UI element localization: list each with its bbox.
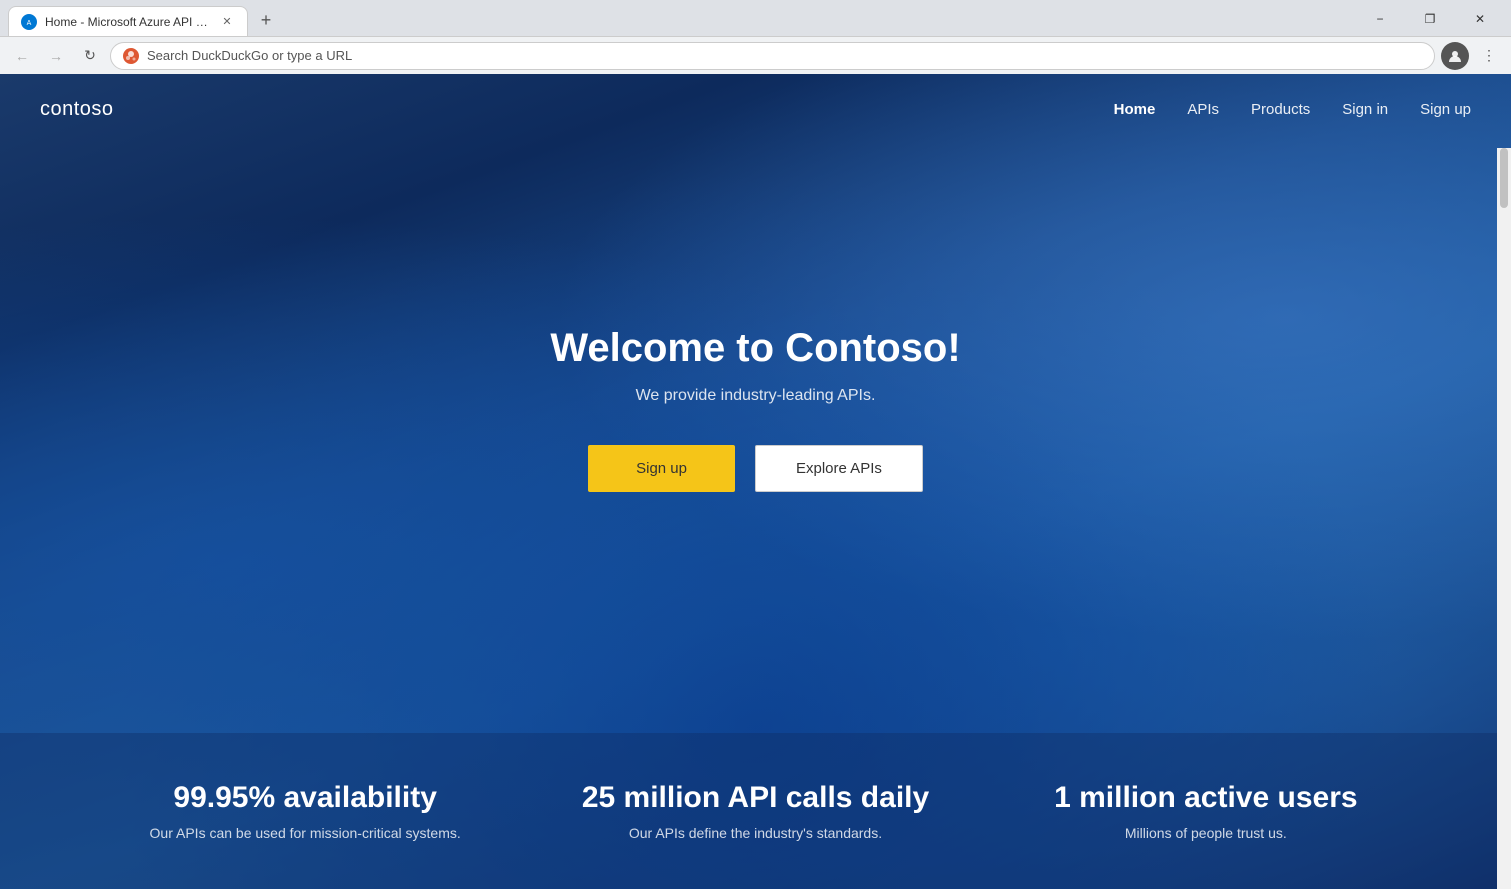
back-button[interactable]: ← bbox=[8, 42, 36, 70]
hero-content: Welcome to Contoso! We provide industry-… bbox=[0, 85, 1511, 733]
stat-api-calls-desc: Our APIs define the industry's standards… bbox=[530, 825, 980, 841]
nav-home[interactable]: Home bbox=[1114, 101, 1156, 118]
tab-favicon: A bbox=[21, 14, 37, 30]
website-content: contoso Home APIs Products Sign in Sign … bbox=[0, 74, 1511, 889]
tab-close-button[interactable]: ✕ bbox=[219, 14, 235, 30]
browser-menu-button[interactable]: ⋮ bbox=[1475, 42, 1503, 70]
nav-signup[interactable]: Sign up bbox=[1420, 101, 1471, 118]
forward-button[interactable]: → bbox=[42, 42, 70, 70]
stat-api-calls-value: 25 million API calls daily bbox=[530, 781, 980, 815]
address-text: Search DuckDuckGo or type a URL bbox=[147, 48, 1422, 63]
stat-active-users: 1 million active users Millions of peopl… bbox=[981, 781, 1431, 841]
tab-bar: A Home - Microsoft Azure API Mar... ✕ + … bbox=[0, 0, 1511, 36]
hero-buttons: Sign up Explore APIs bbox=[588, 445, 923, 492]
scrollbar-track[interactable] bbox=[1497, 148, 1511, 889]
hero-title: Welcome to Contoso! bbox=[550, 326, 960, 371]
nav-apis[interactable]: APIs bbox=[1187, 101, 1219, 118]
hero-section: contoso Home APIs Products Sign in Sign … bbox=[0, 74, 1511, 889]
minimize-button[interactable]: − bbox=[1357, 6, 1403, 32]
site-nav-links: Home APIs Products Sign in Sign up bbox=[1114, 101, 1471, 118]
toolbar: ← → ↻ Search DuckDuckGo or type a URL ⋮ bbox=[0, 36, 1511, 74]
new-tab-button[interactable]: + bbox=[252, 6, 280, 34]
stat-availability-value: 99.95% availability bbox=[80, 781, 530, 815]
explore-apis-button[interactable]: Explore APIs bbox=[755, 445, 923, 492]
active-tab[interactable]: A Home - Microsoft Azure API Mar... ✕ bbox=[8, 6, 248, 36]
profile-button[interactable] bbox=[1441, 42, 1469, 70]
stat-api-calls: 25 million API calls daily Our APIs defi… bbox=[530, 781, 980, 841]
tab-title: Home - Microsoft Azure API Mar... bbox=[45, 15, 211, 29]
nav-signin[interactable]: Sign in bbox=[1342, 101, 1388, 118]
site-logo: contoso bbox=[40, 98, 114, 121]
address-bar[interactable]: Search DuckDuckGo or type a URL bbox=[110, 42, 1435, 70]
stat-availability-desc: Our APIs can be used for mission-critica… bbox=[80, 825, 530, 841]
scrollbar-thumb[interactable] bbox=[1500, 148, 1508, 208]
hero-subtitle: We provide industry-leading APIs. bbox=[636, 387, 876, 405]
nav-products[interactable]: Products bbox=[1251, 101, 1310, 118]
stats-section: 99.95% availability Our APIs can be used… bbox=[0, 733, 1511, 889]
stat-active-users-value: 1 million active users bbox=[981, 781, 1431, 815]
address-favicon bbox=[123, 48, 139, 64]
stat-active-users-desc: Millions of people trust us. bbox=[981, 825, 1431, 841]
signup-button[interactable]: Sign up bbox=[588, 445, 735, 492]
stat-availability: 99.95% availability Our APIs can be used… bbox=[80, 781, 530, 841]
window-controls: − ❐ ✕ bbox=[1357, 6, 1503, 32]
close-button[interactable]: ✕ bbox=[1457, 6, 1503, 32]
refresh-button[interactable]: ↻ bbox=[76, 42, 104, 70]
site-nav: contoso Home APIs Products Sign in Sign … bbox=[0, 74, 1511, 145]
svg-text:A: A bbox=[27, 20, 32, 27]
restore-button[interactable]: ❐ bbox=[1407, 6, 1453, 32]
